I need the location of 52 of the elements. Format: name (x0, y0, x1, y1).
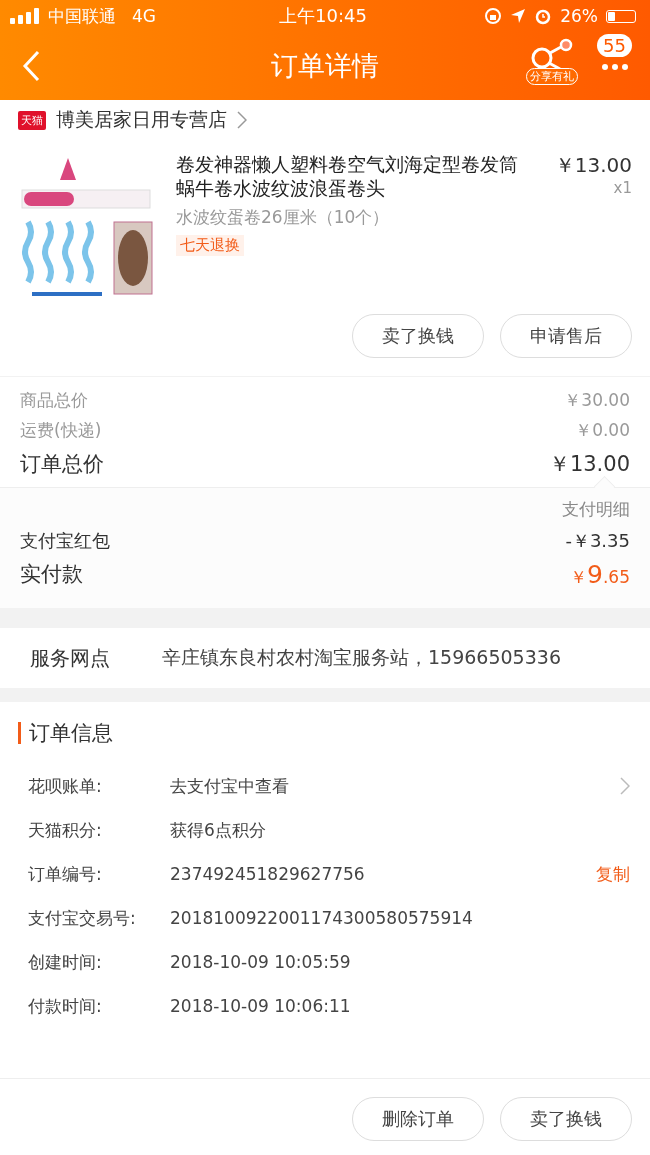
lock-rotation-icon (484, 7, 503, 25)
info-value: 237492451829627756 (170, 864, 366, 884)
notification-badge: 55 (597, 34, 632, 57)
chevron-right-icon[interactable] (620, 777, 630, 795)
info-label: 天猫积分: (28, 818, 103, 842)
action-button[interactable]: 卖了换钱 (500, 1097, 632, 1141)
chevron-right-icon[interactable] (237, 111, 247, 129)
alarm-icon (534, 7, 553, 25)
back-icon[interactable] (22, 50, 40, 82)
product-quantity: x1 (613, 179, 632, 197)
store-name[interactable]: 博美居家日用专营店 (56, 107, 227, 133)
payment-value: -￥3.35 (565, 529, 630, 553)
summary-value: ￥0.00 (575, 418, 630, 442)
summary-label: 运费(快递) (20, 418, 102, 442)
store-tag: 天猫 (18, 110, 46, 130)
payment-label: 支付宝红包 (20, 529, 110, 553)
info-value[interactable]: 去支付宝中查看 (170, 774, 620, 798)
summary-label: 订单总价 (20, 451, 104, 478)
product-title[interactable]: 卷发神器懒人塑料卷空气刘海定型卷发筒蜗牛卷水波纹波浪蛋卷头 (176, 152, 530, 200)
info-label: 花呗账单: (28, 774, 103, 798)
paid-amount: ￥9.65 (570, 559, 630, 589)
action-button[interactable]: 卖了换钱 (352, 314, 484, 358)
payment-details-link[interactable]: 支付明细 (562, 499, 630, 519)
summary-label: 商品总价 (20, 388, 88, 412)
more-icon[interactable] (600, 63, 629, 71)
location-icon (510, 8, 527, 24)
carrier-text: 中国联通 (48, 4, 116, 28)
battery-text: 26% (560, 6, 598, 26)
action-button[interactable]: 删除订单 (352, 1097, 484, 1141)
info-label: 支付宝交易号: (28, 906, 137, 930)
action-button[interactable]: 申请售后 (500, 314, 632, 358)
network-text: 4G (132, 6, 156, 26)
section-title: 订单信息 (29, 720, 113, 747)
info-label: 订单编号: (28, 862, 103, 886)
page-title: 订单详情 (271, 49, 379, 83)
payment-label: 实付款 (20, 561, 83, 588)
service-label: 服务网点 (30, 644, 110, 672)
info-value: 2018100922001174300580575914 (170, 908, 474, 928)
product-price: ￥13.00 (554, 152, 632, 179)
service-value: 辛庄镇东良村农村淘宝服务站，15966505336 (162, 645, 561, 670)
summary-value: ￥13.00 (548, 451, 630, 478)
info-value: 2018-10-09 10:05:59 (170, 952, 352, 972)
summary-value: ￥30.00 (564, 388, 630, 412)
clock-text: 上午10:45 (279, 4, 367, 28)
info-value: 获得6点积分 (170, 818, 267, 842)
battery-icon (606, 9, 636, 23)
info-value: 2018-10-09 10:06:11 (170, 996, 352, 1016)
return-policy-tag: 七天退换 (176, 235, 244, 256)
product-variant: 水波纹蛋卷26厘米（10个） (176, 206, 390, 229)
info-label: 付款时间: (28, 994, 103, 1018)
info-label: 创建时间: (28, 950, 103, 974)
signal-icon (10, 8, 42, 24)
